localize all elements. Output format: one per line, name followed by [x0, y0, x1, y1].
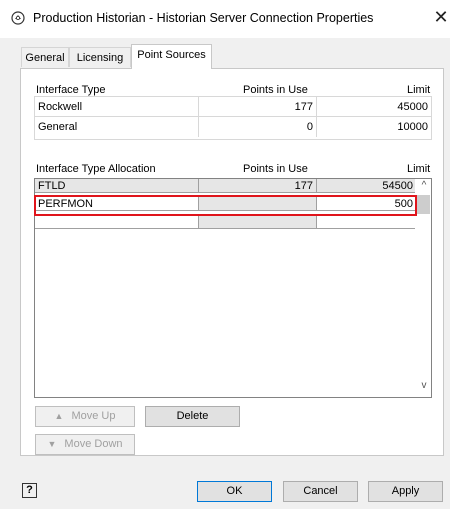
- title-bar: Production Historian - Historian Server …: [0, 0, 450, 38]
- allocation-limit-header: Limit: [407, 163, 431, 175]
- move-up-button[interactable]: ▲ Move Up: [35, 406, 135, 427]
- limit-header: Limit: [407, 84, 431, 96]
- allocation-points-cell[interactable]: [199, 215, 317, 229]
- tab-point-sources[interactable]: Point Sources: [131, 44, 212, 69]
- scroll-up-icon[interactable]: ^: [418, 180, 430, 192]
- allocation-type-cell[interactable]: [35, 215, 199, 229]
- arrow-up-icon: ▲: [54, 411, 64, 421]
- allocation-type-header: Interface Type Allocation: [36, 163, 156, 175]
- interface-type-cell: General: [35, 117, 199, 137]
- points-in-use-cell: 0: [199, 117, 317, 137]
- tab-licensing[interactable]: Licensing: [69, 47, 131, 67]
- move-up-label: Move Up: [71, 410, 116, 422]
- scrollbar-thumb[interactable]: [417, 195, 430, 214]
- arrow-down-icon: ▼: [47, 439, 57, 449]
- limit-cell: 45000: [317, 97, 431, 117]
- apply-button[interactable]: Apply: [368, 481, 443, 502]
- points-in-use-cell: 177: [199, 97, 317, 117]
- interface-type-table: Rockwell 177 45000 General 0 10000: [34, 96, 432, 140]
- interface-type-cell: Rockwell: [35, 97, 199, 117]
- tab-general[interactable]: General: [21, 47, 69, 67]
- allocation-points-cell[interactable]: 177: [199, 179, 317, 193]
- allocation-limit-cell[interactable]: [317, 215, 417, 229]
- allocation-limit-cell[interactable]: 54500: [317, 179, 417, 193]
- limit-cell: 10000: [397, 121, 428, 133]
- allocation-points-header: Points in Use: [243, 163, 308, 175]
- move-down-button[interactable]: ▼ Move Down: [35, 434, 135, 455]
- scroll-down-icon[interactable]: v: [418, 380, 430, 392]
- move-down-label: Move Down: [64, 438, 123, 450]
- delete-button[interactable]: Delete: [145, 406, 240, 427]
- ok-button[interactable]: OK: [197, 481, 272, 502]
- points-in-use-header: Points in Use: [243, 84, 308, 96]
- allocation-type-cell[interactable]: FTLD: [35, 179, 199, 193]
- close-icon[interactable]: ✕: [432, 7, 450, 27]
- cancel-button[interactable]: Cancel: [283, 481, 358, 502]
- help-icon[interactable]: ?: [22, 483, 37, 498]
- historian-app-icon: [11, 11, 25, 25]
- perfmon-highlight-box: [34, 195, 417, 216]
- interface-type-header: Interface Type: [36, 84, 106, 96]
- window-title: Production Historian - Historian Server …: [33, 11, 374, 25]
